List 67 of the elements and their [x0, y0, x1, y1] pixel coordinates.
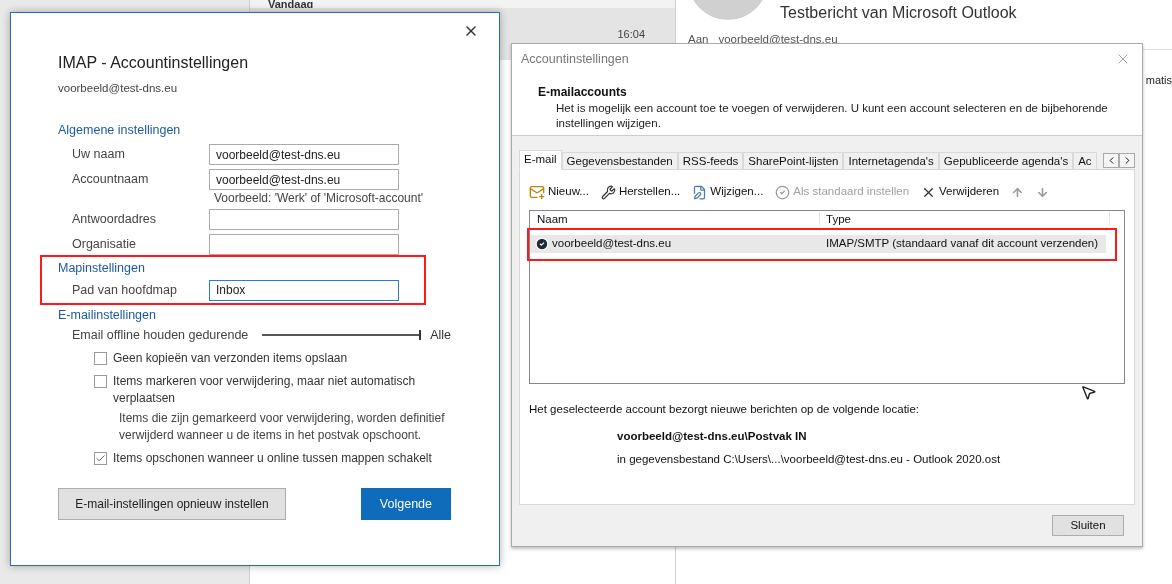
group-header: Vandaag	[268, 0, 314, 10]
location-path: voorbeeld@test-dns.eu\Postvak IN	[617, 429, 808, 445]
account-type: IMAP/SMTP (standaard vanaf dit account verzenden)	[825, 236, 1099, 252]
message-body-text: matis	[1145, 73, 1172, 88]
hint-text: Voorbeeld: 'Werk' of 'Microsoft-account'	[213, 191, 424, 205]
message-subject: Testbericht van Microsoft Outlook	[780, 3, 1017, 23]
section-heading: E-mailaccounts	[538, 84, 628, 101]
account-name: voorbeeld@test-dns.eu	[552, 236, 672, 252]
document-pen-icon	[692, 184, 708, 200]
recipient-label: Aan	[688, 32, 709, 47]
tab[interactable]: RSS-feeds	[677, 152, 744, 170]
account-row[interactable]: voorbeeld@test-dns.eu IMAP/SMTP (standaard vanaf dit account verzenden)	[530, 235, 1106, 253]
location-file: in gegevensbestand C:\Users\...\voorbeeld@test-dns.eu - Outlook 2020.ost	[617, 451, 1002, 467]
checkbox-label: Items markeren voor verwijdering, maar niet automatisch verplaatsen	[113, 373, 417, 408]
location-intro: Het geselecteerde account bezorgt nieuwe berichten op de volgende locatie:	[529, 402, 920, 417]
message-time: 16:04	[617, 26, 645, 42]
next-button[interactable]: Volgende	[360, 488, 451, 521]
wrench-icon	[600, 184, 616, 200]
tab-scroll-right[interactable]	[1119, 153, 1135, 168]
field-label: Accountnaam	[71, 171, 150, 188]
account-address: voorbeeld@test-dns.eu	[58, 81, 179, 96]
slider-label: Email offline houden gedurende	[72, 326, 250, 344]
tab[interactable]: E-mail	[519, 150, 562, 170]
tab-scroll-left[interactable]	[1103, 153, 1119, 168]
check-circle-icon	[775, 184, 791, 200]
toolbar-new-button[interactable]: Nieuw...	[529, 183, 589, 201]
section-heading: Mapinstellingen	[58, 260, 146, 277]
tab[interactable]: Internetagenda's	[843, 152, 939, 170]
envelope-plus-icon	[529, 184, 545, 200]
arrow-up-icon	[1011, 185, 1025, 199]
field-label: Antwoordadres	[71, 211, 158, 228]
checkbox[interactable]	[94, 375, 107, 389]
default-account-icon	[535, 237, 549, 251]
checkbox-note: Items die zijn gemarkeerd voor verwijdering, worden definitief verwijderd wanneer u de items in het postvak opschoont.	[118, 410, 446, 445]
column-header[interactable]: Naam	[530, 212, 820, 226]
field-label: Organisatie	[71, 236, 137, 253]
input-field[interactable]: voorbeeld@test-dns.eu	[209, 169, 399, 190]
tab[interactable]: Gegevensbestanden	[561, 152, 678, 170]
tab[interactable]: Gepubliceerde agenda's	[938, 152, 1074, 170]
dialog-title: Accountinstellingen	[521, 50, 629, 68]
section-heading: E-mailinstellingen	[58, 306, 157, 324]
input-field[interactable]: voorbeeld@test-dns.eu	[209, 144, 399, 165]
checkbox-label: Items opschonen wanneer u online tussen mappen schakelt	[113, 450, 433, 468]
input-field[interactable]	[209, 209, 399, 230]
toolbar-change-button[interactable]: Wijzigen...	[692, 183, 764, 201]
section-heading: Algemene instellingen	[58, 122, 182, 140]
column-header[interactable]: Type	[820, 212, 1110, 226]
field-label: Uw naam	[71, 146, 126, 163]
checkbox-label: Geen kopieën van verzonden items opslaan	[113, 350, 349, 368]
checkbox[interactable]	[94, 452, 107, 466]
slider-thumb[interactable]	[419, 329, 422, 340]
slider-value: Alle	[430, 326, 451, 344]
toolbar-repair-button[interactable]: Herstellen...	[600, 183, 681, 201]
mouse-cursor-icon	[1080, 384, 1097, 401]
close-dialog-button[interactable]: Sluiten	[1052, 515, 1124, 536]
reset-settings-button[interactable]: E-mail-instellingen opnieuw instellen	[58, 488, 286, 521]
input-field[interactable]	[209, 234, 399, 255]
field-label: Pad van hoofdmap	[71, 281, 178, 299]
recipient-address: voorbeeld@test-dns.eu	[718, 32, 838, 47]
input-field[interactable]: Inbox	[209, 279, 399, 301]
checkbox[interactable]	[94, 352, 107, 366]
description-text: Het is mogelijk een account toe te voegen of verwijderen. U kunt een account selecteren en de bijbehorende instellingen wijzigen.	[556, 101, 1109, 131]
dialog-title: IMAP - Accountinstellingen	[58, 53, 250, 73]
toolbar-remove-button[interactable]: Verwijderen	[921, 183, 1000, 201]
arrow-down-icon	[1036, 185, 1050, 199]
tab[interactable]: Ac	[1073, 152, 1097, 170]
tab[interactable]: SharePoint-lijsten	[743, 152, 844, 170]
